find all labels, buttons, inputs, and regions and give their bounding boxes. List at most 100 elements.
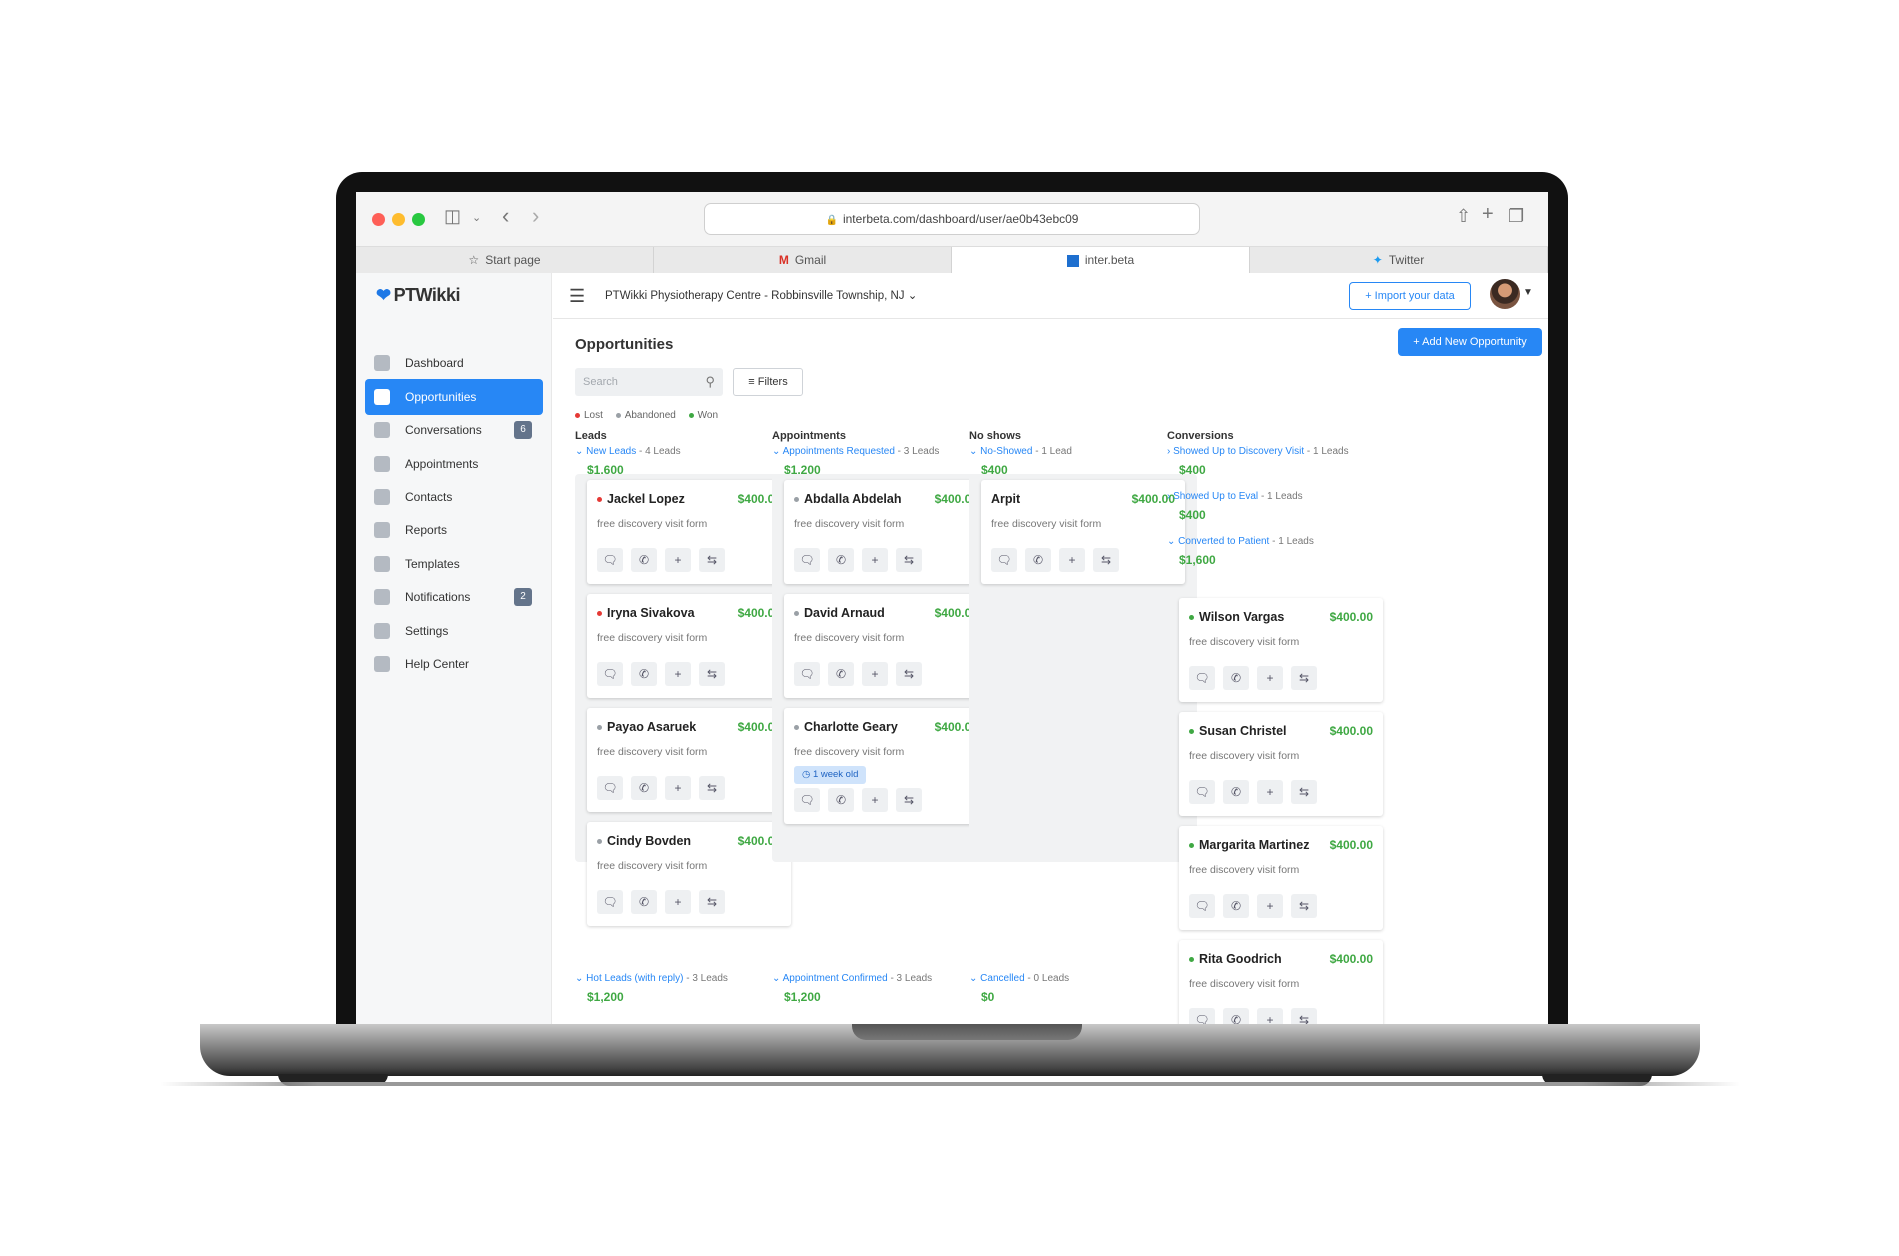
tab-twitter[interactable]: ✦ Twitter	[1250, 247, 1548, 273]
opportunity-card[interactable]: Susan Christel $400.00 free discovery visi…	[1179, 712, 1383, 816]
message-icon[interactable]: 🗨	[794, 548, 820, 572]
move-icon[interactable]: ⇆	[1291, 1008, 1317, 1024]
message-icon[interactable]: 🗨	[597, 548, 623, 572]
move-icon[interactable]: ⇆	[896, 548, 922, 572]
message-icon[interactable]: 🗨	[991, 548, 1017, 572]
opportunity-card[interactable]: Cindy Bovden $400.00 free discovery visit …	[587, 822, 791, 926]
phone-icon[interactable]: ✆	[1025, 548, 1051, 572]
add-opportunity-button[interactable]: + Add New Opportunity	[1398, 328, 1542, 356]
sidebar-item-notifications[interactable]: Notifications 2	[365, 579, 543, 615]
move-icon[interactable]: ⇆	[896, 662, 922, 686]
lead-name[interactable]: Abdalla Abdelah	[794, 492, 901, 506]
sidebar-item-conversations[interactable]: Conversations 6	[365, 412, 543, 448]
phone-icon[interactable]: ✆	[631, 662, 657, 686]
message-icon[interactable]: 🗨	[1189, 1008, 1215, 1024]
move-icon[interactable]: ⇆	[699, 548, 725, 572]
opportunity-card[interactable]: Arpit $400.00 free discovery visit form 🗨 ✆ +…	[981, 480, 1185, 584]
phone-icon[interactable]: ✆	[1223, 780, 1249, 804]
sidebar-item-help-center[interactable]: Help Center	[365, 646, 543, 682]
phone-icon[interactable]: ✆	[1223, 894, 1249, 918]
phone-icon[interactable]: ✆	[1223, 1008, 1249, 1024]
add-icon[interactable]: +	[1257, 1008, 1283, 1024]
stage-group-header[interactable]: ⌄ Appointment Confirmed - 3 Leads	[772, 973, 1000, 984]
opportunity-card[interactable]: Iryna Sivakova $400.00 free discovery visi…	[587, 594, 791, 698]
menu-icon[interactable]: ☰	[569, 287, 585, 305]
lead-name[interactable]: Arpit	[991, 492, 1020, 506]
add-icon[interactable]: +	[862, 662, 888, 686]
phone-icon[interactable]: ✆	[631, 776, 657, 800]
opportunity-card[interactable]: Charlotte Geary $400.00 free discovery vis…	[784, 708, 988, 824]
add-icon[interactable]: +	[862, 548, 888, 572]
stage-group-header[interactable]: ⌄ Hot Leads (with reply) - 3 Leads	[575, 973, 803, 984]
move-icon[interactable]: ⇆	[1093, 548, 1119, 572]
message-icon[interactable]: 🗨	[794, 662, 820, 686]
avatar[interactable]	[1490, 279, 1520, 309]
add-icon[interactable]: +	[1257, 780, 1283, 804]
lead-name[interactable]: Wilson Vargas	[1189, 610, 1284, 624]
message-icon[interactable]: 🗨	[597, 662, 623, 686]
caret-down-icon[interactable]: ▼	[1523, 287, 1533, 298]
back-icon[interactable]: ‹	[502, 203, 509, 229]
tabs-overview-icon[interactable]: ❐	[1508, 206, 1524, 227]
tab-gmail[interactable]: M Gmail	[654, 247, 952, 273]
stage-group-header[interactable]: › Showed Up to Eval - 1 Leads	[1167, 491, 1395, 502]
add-icon[interactable]: +	[862, 788, 888, 812]
lead-name[interactable]: Jackel Lopez	[597, 492, 685, 506]
add-icon[interactable]: +	[665, 548, 691, 572]
move-icon[interactable]: ⇆	[896, 788, 922, 812]
search-input[interactable]: Search ⚲	[575, 368, 723, 396]
lead-name[interactable]: David Arnaud	[794, 606, 885, 620]
add-icon[interactable]: +	[665, 890, 691, 914]
phone-icon[interactable]: ✆	[828, 788, 854, 812]
opportunity-card[interactable]: Wilson Vargas $400.00 free discovery visit…	[1179, 598, 1383, 702]
sidebar-item-contacts[interactable]: Contacts	[365, 479, 543, 515]
message-icon[interactable]: 🗨	[1189, 894, 1215, 918]
move-icon[interactable]: ⇆	[1291, 780, 1317, 804]
sidebar-item-settings[interactable]: Settings	[365, 613, 543, 649]
logo[interactable]: ❤ PTWikki	[376, 285, 460, 306]
sidebar-item-reports[interactable]: Reports	[365, 512, 543, 548]
tab-inter-beta[interactable]: inter.beta	[952, 247, 1250, 273]
chevron-down-icon[interactable]: ⌄	[472, 211, 481, 224]
stage-group-header[interactable]: ⌄ Converted to Patient - 1 Leads	[1167, 536, 1395, 547]
opportunity-card[interactable]: Payao Asaruek $400.00 free discovery visit…	[587, 708, 791, 812]
sidebar-item-opportunities[interactable]: Opportunities	[365, 379, 543, 415]
phone-icon[interactable]: ✆	[631, 548, 657, 572]
message-icon[interactable]: 🗨	[1189, 666, 1215, 690]
move-icon[interactable]: ⇆	[699, 662, 725, 686]
new-tab-icon[interactable]: +	[1482, 203, 1494, 226]
maximize-window-button[interactable]	[412, 213, 425, 226]
sidebar-item-dashboard[interactable]: Dashboard	[365, 345, 543, 381]
phone-icon[interactable]: ✆	[1223, 666, 1249, 690]
phone-icon[interactable]: ✆	[828, 662, 854, 686]
sidebar-toggle-icon[interactable]: ◫	[444, 206, 461, 227]
share-icon[interactable]: ⇧	[1456, 206, 1471, 227]
sidebar-item-appointments[interactable]: Appointments	[365, 446, 543, 482]
opportunity-card[interactable]: Abdalla Abdelah $400.00 free discovery vis…	[784, 480, 988, 584]
message-icon[interactable]: 🗨	[794, 788, 820, 812]
opportunity-card[interactable]: Jackel Lopez $400.00 free discovery visit …	[587, 480, 791, 584]
message-icon[interactable]: 🗨	[597, 890, 623, 914]
url-bar[interactable]: 🔒 interbeta.com/dashboard/user/ae0b43ebc0…	[704, 203, 1200, 235]
forward-icon[interactable]: ›	[532, 203, 539, 229]
phone-icon[interactable]: ✆	[828, 548, 854, 572]
phone-icon[interactable]: ✆	[631, 890, 657, 914]
stage-group-header[interactable]: ⌄ Cancelled - 0 Leads	[969, 973, 1197, 984]
add-icon[interactable]: +	[1059, 548, 1085, 572]
opportunity-card[interactable]: David Arnaud $400.00 free discovery visit …	[784, 594, 988, 698]
close-window-button[interactable]	[372, 213, 385, 226]
lead-name[interactable]: Cindy Bovden	[597, 834, 691, 848]
clinic-selector[interactable]: PTWikki Physiotherapy Centre - Robbinsvi…	[605, 288, 917, 302]
add-icon[interactable]: +	[1257, 666, 1283, 690]
message-icon[interactable]: 🗨	[1189, 780, 1215, 804]
stage-group-header[interactable]: ⌄ Appointments Requested - 3 Leads	[772, 446, 1000, 457]
opportunity-card[interactable]: Margarita Martinez $400.00 free discovery …	[1179, 826, 1383, 930]
minimize-window-button[interactable]	[392, 213, 405, 226]
add-icon[interactable]: +	[665, 662, 691, 686]
stage-group-header[interactable]: ⌄ New Leads - 4 Leads	[575, 446, 803, 457]
lead-name[interactable]: Charlotte Geary	[794, 720, 898, 734]
lead-name[interactable]: Margarita Martinez	[1189, 838, 1309, 852]
filters-button[interactable]: ≡ Filters	[733, 368, 803, 396]
opportunity-card[interactable]: Rita Goodrich $400.00 free discovery visit…	[1179, 940, 1383, 1024]
move-icon[interactable]: ⇆	[699, 776, 725, 800]
